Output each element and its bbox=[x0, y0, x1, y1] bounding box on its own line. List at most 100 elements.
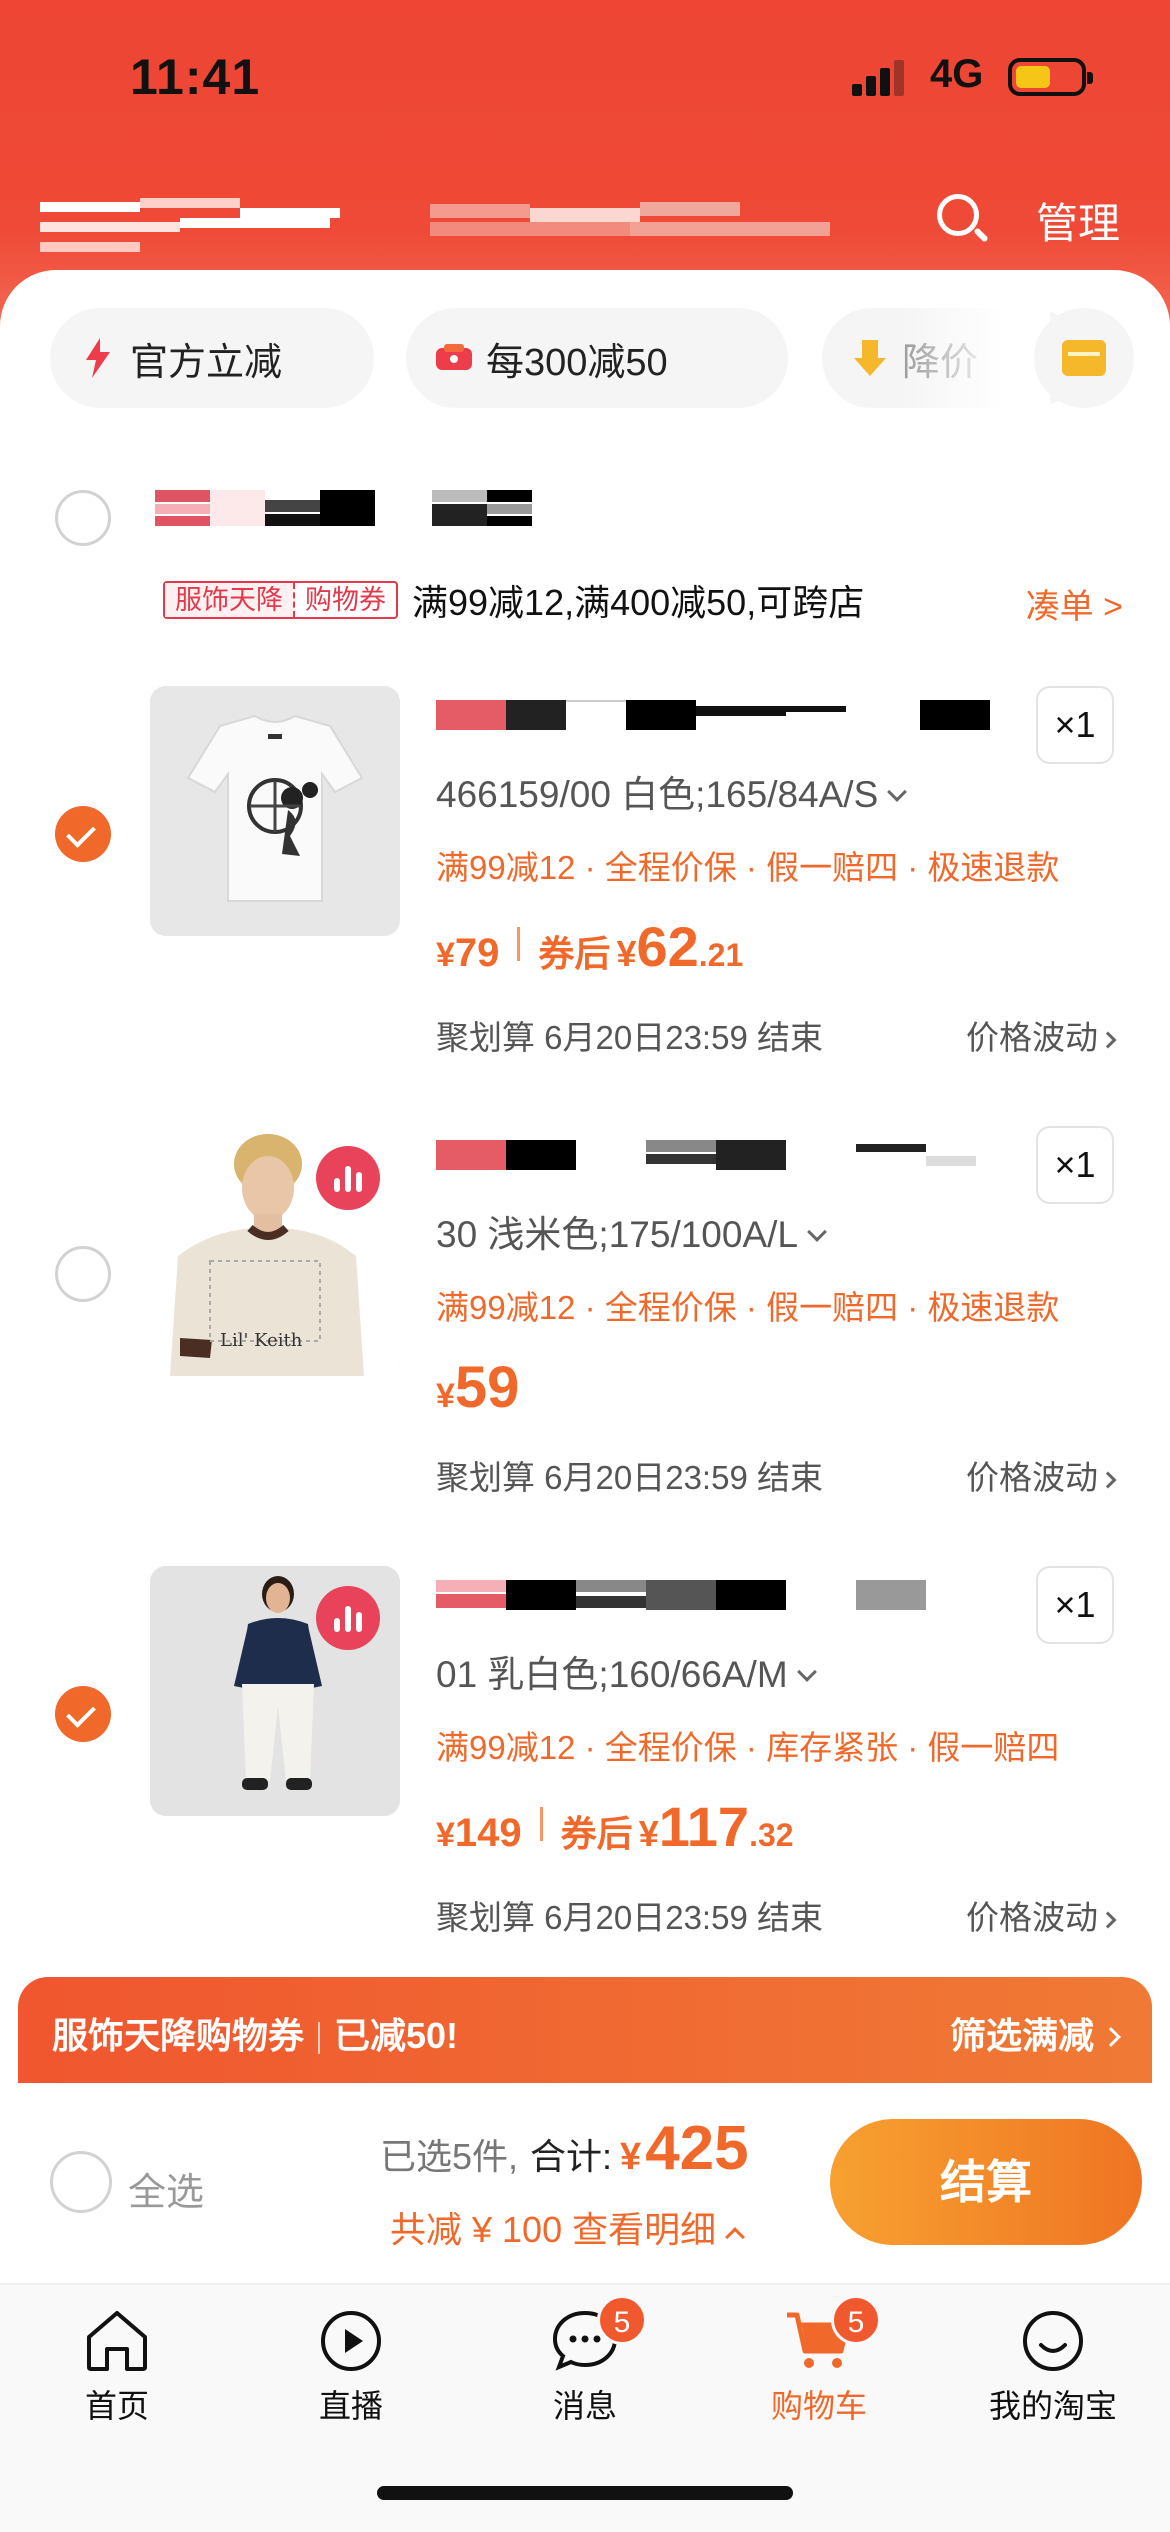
select-all-checkbox[interactable] bbox=[50, 2151, 112, 2213]
status-bar: 11:41 4G bbox=[0, 0, 1170, 150]
quantity-stepper[interactable]: ×1 bbox=[1036, 686, 1114, 764]
cart-item: Lil' Keith ×1 30 浅米色;175/100A/L 满99减12 ·… bbox=[0, 1126, 1170, 1566]
chevron-right-icon bbox=[1099, 1471, 1117, 1489]
home-indicator[interactable] bbox=[377, 2486, 793, 2500]
home-icon bbox=[81, 2305, 153, 2375]
live-play-icon bbox=[315, 2305, 387, 2375]
total-amount: 425 bbox=[645, 2114, 749, 2183]
chevron-right-icon bbox=[1099, 1031, 1117, 1049]
message-icon: 5 bbox=[549, 2295, 647, 2375]
sku-selector[interactable]: 01 乳白色;160/66A/M bbox=[436, 1644, 817, 1698]
sku-text: 466159/00 白色;165/84A/S bbox=[436, 774, 879, 815]
cart-item: ×1 466159/00 白色;165/84A/S 满99减12 · 全程价保 … bbox=[0, 686, 1170, 1126]
tab-label: 我的淘宝 bbox=[988, 2388, 1117, 2424]
fluctuation-label: 价格波动 bbox=[966, 1899, 1098, 1936]
chevron-right-icon bbox=[1101, 2027, 1121, 2047]
sku-text: 01 乳白色;160/66A/M bbox=[436, 1654, 788, 1695]
item-checkbox[interactable] bbox=[55, 806, 111, 862]
promo-badge: 服饰天降 购物券 bbox=[163, 581, 398, 619]
status-time: 11:41 bbox=[130, 49, 261, 105]
chip-label: 官方立减 bbox=[130, 341, 283, 384]
chart-badge-icon bbox=[316, 1586, 380, 1650]
after-coupon-price-int: 117 bbox=[658, 1795, 750, 1858]
item-title-redacted[interactable] bbox=[436, 694, 996, 734]
product-image[interactable]: Lil' Keith bbox=[150, 1126, 400, 1376]
promo-badge-right: 购物券 bbox=[305, 585, 386, 615]
discount-details-link[interactable]: 共减 ¥ 100 查看明细 bbox=[390, 2201, 745, 2253]
battery-icon bbox=[1008, 58, 1093, 96]
manage-button[interactable]: 管理 bbox=[1036, 190, 1120, 251]
search-icon[interactable] bbox=[933, 190, 989, 246]
chevron-down-icon bbox=[796, 1662, 817, 1682]
tab-live[interactable]: 直播 bbox=[256, 2305, 446, 2445]
price-separator bbox=[517, 927, 521, 961]
combine-order-link[interactable]: 凑单 > bbox=[1026, 579, 1123, 628]
after-coupon-price-int: 62 bbox=[636, 915, 699, 978]
chevron-up-icon bbox=[725, 2227, 745, 2247]
filter-chip-row: 官方立减 每300减50 降价 bbox=[0, 308, 1170, 408]
sku-text: 30 浅米色;175/100A/L bbox=[436, 1214, 798, 1255]
filter-discount-link[interactable]: 筛选满减 bbox=[949, 2007, 1121, 2059]
price-value: 59 bbox=[454, 1355, 520, 1420]
fluctuation-label: 价格波动 bbox=[966, 1019, 1098, 1056]
promo-text: 满99减12,满400减50,可跨店 bbox=[412, 582, 865, 623]
tab-home[interactable]: 首页 bbox=[22, 2305, 212, 2445]
item-title-redacted[interactable] bbox=[436, 1574, 996, 1614]
deal-deadline: 聚划算 6月20日23:59 结束 bbox=[436, 1459, 823, 1496]
store-name-redacted[interactable] bbox=[40, 190, 350, 252]
promo-badge-left: 服饰天降 bbox=[165, 583, 295, 617]
price-fluctuation-link[interactable]: 价格波动 bbox=[966, 1891, 1117, 1939]
price-fluctuation-link[interactable]: 价格波动 bbox=[966, 1451, 1117, 1499]
total-label: 合计: bbox=[530, 2136, 613, 2177]
tab-label: 购物车 bbox=[770, 2388, 867, 2424]
after-coupon-currency: ¥ bbox=[616, 933, 637, 974]
sku-selector[interactable]: 30 浅米色;175/100A/L bbox=[436, 1204, 827, 1258]
price-row: ¥ 59 bbox=[436, 1354, 519, 1420]
selected-count: 已选5件, bbox=[380, 2136, 519, 2177]
filter-discount-label: 筛选满减 bbox=[949, 2015, 1094, 2056]
price-fluctuation-link[interactable]: 价格波动 bbox=[966, 1011, 1117, 1059]
price-currency: ¥ bbox=[436, 1816, 455, 1854]
after-coupon-price-dec: .32 bbox=[749, 1817, 794, 1853]
tab-label: 首页 bbox=[84, 2388, 149, 2424]
profile-icon bbox=[1017, 2305, 1089, 2375]
cart-count-badge: 5 bbox=[831, 2295, 881, 2345]
network-type: 4G bbox=[930, 52, 984, 96]
tab-my-taobao[interactable]: 我的淘宝 bbox=[958, 2305, 1148, 2445]
chevron-down-icon bbox=[807, 1222, 827, 1242]
chart-badge-icon bbox=[316, 1146, 380, 1210]
after-coupon-label: 券后 bbox=[560, 1813, 633, 1854]
chip-spend-300-save-50[interactable]: 每300减50 bbox=[406, 308, 788, 408]
total-currency: ¥ bbox=[620, 2136, 642, 2178]
signal-icon bbox=[852, 60, 910, 96]
coupon-status-bar[interactable]: 服饰天降购物券 已减50! 筛选满减 bbox=[18, 1977, 1152, 2083]
quantity-stepper[interactable]: ×1 bbox=[1036, 1126, 1114, 1204]
service-tags: 满99减12 · 全程价保 · 库存紧张 · 假一赔四 bbox=[436, 1729, 1060, 1766]
chevron-down-icon bbox=[887, 782, 908, 802]
coupon-name: 服饰天降购物券 bbox=[52, 2015, 305, 2056]
shop-promo-line: 服饰天降 购物券 满99减12,满400减50,可跨店 凑单 > bbox=[163, 575, 1123, 628]
folder-icon[interactable] bbox=[1034, 308, 1134, 408]
sku-selector[interactable]: 466159/00 白色;165/84A/S bbox=[436, 764, 908, 818]
select-all-label[interactable]: 全选 bbox=[128, 2161, 204, 2216]
coupon-status-text: 服饰天降购物券 已减50! bbox=[52, 2007, 458, 2059]
item-checkbox[interactable] bbox=[55, 1246, 111, 1302]
quantity-stepper[interactable]: ×1 bbox=[1036, 1566, 1114, 1644]
price-row: ¥ 149 券后 ¥ 117 .32 bbox=[436, 1794, 794, 1858]
tab-cart[interactable]: 5 购物车 bbox=[724, 2295, 914, 2445]
original-price: 79 bbox=[454, 931, 500, 975]
shop-name-redacted[interactable] bbox=[155, 490, 555, 530]
item-checkbox[interactable] bbox=[55, 1686, 111, 1742]
cart-icon: 5 bbox=[783, 2295, 881, 2375]
shop-select-checkbox[interactable] bbox=[55, 490, 111, 546]
product-image[interactable] bbox=[150, 1566, 400, 1816]
checkout-button[interactable]: 结算 bbox=[830, 2119, 1142, 2245]
item-title-redacted[interactable] bbox=[436, 1134, 996, 1174]
tab-messages[interactable]: 5 消息 bbox=[490, 2295, 680, 2445]
product-image[interactable] bbox=[150, 686, 400, 936]
service-tags: 满99减12 · 全程价保 · 假一赔四 · 极速退款 bbox=[436, 1289, 1060, 1326]
unread-count-badge: 5 bbox=[597, 2295, 647, 2345]
chip-official-discount[interactable]: 官方立减 bbox=[50, 308, 374, 408]
order-summary: 已选5件, 合计: ¥ 425 bbox=[380, 2113, 749, 2184]
price-separator bbox=[539, 1807, 543, 1841]
